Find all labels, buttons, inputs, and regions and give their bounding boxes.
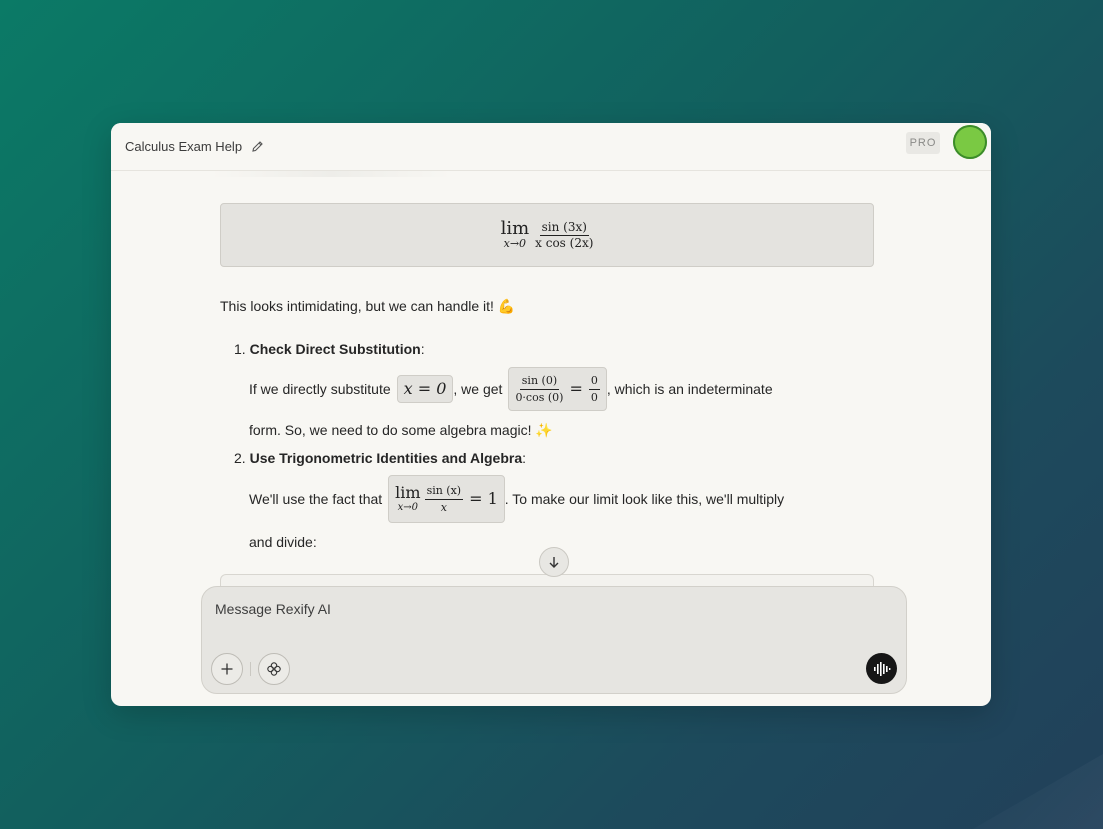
lim-word: lim [500,218,530,239]
lim-subscript: x→0 [503,237,527,250]
message-composer[interactable]: Message Rexify AI [201,586,907,694]
equals-one: = 1 [469,489,498,508]
scroll-down-button[interactable] [539,547,569,577]
arrow-down-icon [549,557,559,568]
chat-title[interactable]: Calculus Exam Help [125,139,242,154]
step-colon: : [420,341,425,357]
equals-sign: = [569,379,583,398]
fraction-denominator: x cos (2x) [535,235,594,250]
step-text: If we directly substitute [249,381,391,397]
step-text: We'll use the fact that [249,491,383,507]
tools-button[interactable] [258,653,290,685]
step-number: 1. [234,341,246,357]
toolbar-divider [250,662,251,676]
lim-subscript: x→0 [397,502,419,513]
edit-icon[interactable] [251,140,264,153]
math-x-equals-zero: x = 0 [396,375,454,403]
math-substitution-result: sin (0) 0·cos (0) = 0 0 [508,367,607,411]
step-2-heading: 2. Use Trigonometric Identities and Alge… [234,448,526,468]
step-1-line-2: form. So, we need to do some algebra mag… [249,422,553,438]
limit-operator: lim x→0 [501,220,530,250]
step-text: , which is an indeterminate [606,381,773,397]
avatar[interactable] [953,125,987,159]
message-input[interactable]: Message Rexify AI [215,601,331,617]
math-sinx-over-x-limit: lim x→0 sin (x) x = 1 [388,475,505,523]
limit-expression-block: lim x→0 sin (3x) x cos (2x) [220,203,874,267]
pro-badge: PRO [906,132,940,154]
background-decoration [973,754,1103,829]
faded-text [211,171,451,177]
fraction-denominator: 0 [590,390,598,404]
step-2-line-2: and divide: [249,534,317,550]
plus-icon [221,663,233,675]
fraction-numerator: 0 [588,374,600,390]
fraction-numerator: sin (x) [424,484,464,500]
step-2-line-1: We'll use the fact that lim x→0 sin (x) … [249,475,784,523]
step-title: Check Direct Substitution [249,341,421,357]
fraction-denominator: x [440,500,447,514]
chat-header: Calculus Exam Help PRO [111,123,991,171]
attach-button[interactable] [211,653,243,685]
step-1-heading: 1. Check Direct Substitution: [234,339,425,359]
step-text: . To make our limit look like this, we'l… [504,491,785,507]
step-number: 2. [234,450,246,466]
lim-word: lim [395,483,421,502]
fraction-numerator: sin (3x) [539,219,589,236]
fraction-numerator: sin (0) [519,374,560,390]
voice-button[interactable] [866,653,897,684]
step-1-line-1: If we directly substitute x = 0 , we get… [249,367,773,411]
waveform-icon [873,661,890,676]
step-text: , we get [453,381,503,397]
flower-icon [267,662,281,676]
step-colon: : [522,450,527,466]
chat-window: Calculus Exam Help PRO lim x→0 sin (3x) … [111,123,991,706]
intro-text: This looks intimidating, but we can hand… [220,298,516,314]
fraction-denominator: 0·cos (0) [515,390,564,404]
step-title: Use Trigonometric Identities and Algebra [249,450,523,466]
limit-fraction: sin (3x) x cos (2x) [535,220,593,251]
